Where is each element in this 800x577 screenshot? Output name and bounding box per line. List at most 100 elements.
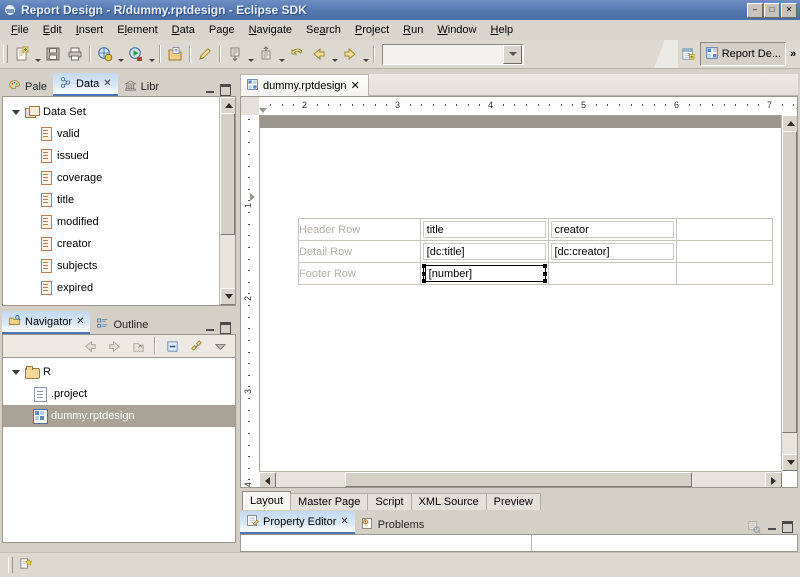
menu-run[interactable]: Run bbox=[396, 22, 430, 38]
canvas-scroll-down-button[interactable] bbox=[782, 454, 798, 471]
report-table-row[interactable]: Detail Row[dc:title][dc:creator] bbox=[299, 241, 773, 263]
menu-navigate[interactable]: Navigate bbox=[242, 22, 299, 38]
editor-tab-dummy-rptdesign[interactable]: dummy.rptdesign ✕ bbox=[240, 74, 369, 96]
report-cell[interactable]: [number] bbox=[420, 263, 548, 285]
close-icon[interactable]: ✕ bbox=[76, 316, 84, 327]
collapse-all-icon[interactable] bbox=[161, 335, 183, 357]
report-cell[interactable] bbox=[676, 219, 773, 241]
menu-window[interactable]: Window bbox=[430, 22, 483, 38]
print-icon[interactable] bbox=[64, 43, 86, 65]
close-button[interactable]: ✕ bbox=[781, 3, 797, 18]
menu-insert[interactable]: Insert bbox=[69, 22, 111, 38]
dataset-tree-scrollbar[interactable] bbox=[219, 97, 235, 305]
run-dropdown-arrow[interactable] bbox=[147, 40, 156, 68]
perspective-overflow[interactable]: » bbox=[786, 48, 800, 60]
maximize-icon[interactable] bbox=[219, 321, 232, 334]
row-label-footer-row[interactable]: Footer Row bbox=[299, 263, 421, 285]
margin-marker[interactable] bbox=[796, 108, 798, 113]
editor-tab-xml-source[interactable]: XML Source bbox=[411, 493, 487, 510]
save-icon[interactable] bbox=[42, 43, 64, 65]
resize-handle[interactable] bbox=[543, 264, 547, 268]
back-icon[interactable] bbox=[79, 335, 101, 357]
pencil-icon[interactable] bbox=[194, 43, 216, 65]
canvas-scroll-up-button[interactable] bbox=[782, 115, 798, 132]
debug-icon[interactable] bbox=[94, 43, 116, 65]
report-cell[interactable]: creator bbox=[548, 219, 676, 241]
open-resource-icon[interactable] bbox=[164, 43, 186, 65]
open-perspective-icon[interactable] bbox=[678, 43, 700, 65]
back-dropdown-arrow[interactable] bbox=[330, 40, 339, 68]
tree-item-dummy-rptdesign[interactable]: dummy.rptdesign bbox=[3, 405, 235, 427]
chevron-down-icon[interactable] bbox=[503, 45, 522, 64]
forward-icon[interactable] bbox=[339, 43, 361, 65]
report-cell[interactable] bbox=[676, 241, 773, 263]
menu-file[interactable]: File bbox=[4, 22, 36, 38]
report-table[interactable]: Header RowtitlecreatorDetail Row[dc:titl… bbox=[298, 218, 773, 285]
forward-icon[interactable] bbox=[103, 335, 125, 357]
dataset-tree[interactable]: Data Setvalidissuedcoveragetitlemodified… bbox=[3, 97, 219, 305]
report-table-row[interactable]: Footer Row[number] bbox=[299, 263, 773, 285]
toolbar-grip[interactable] bbox=[3, 45, 8, 63]
tree-item-subjects[interactable]: subjects bbox=[3, 255, 219, 277]
minimize-button[interactable]: – bbox=[747, 3, 763, 18]
report-cell[interactable]: title bbox=[420, 219, 548, 241]
editor-tab-layout[interactable]: Layout bbox=[242, 491, 291, 510]
report-table-row[interactable]: Header Rowtitlecreator bbox=[299, 219, 773, 241]
close-icon[interactable]: ✕ bbox=[340, 516, 348, 527]
close-icon[interactable]: ✕ bbox=[351, 79, 360, 92]
menu-page[interactable]: Page bbox=[202, 22, 242, 38]
scroll-up-button[interactable] bbox=[220, 97, 236, 114]
forward-dropdown-arrow[interactable] bbox=[361, 40, 370, 68]
tree-item-valid[interactable]: valid bbox=[3, 123, 219, 145]
new-icon[interactable] bbox=[11, 43, 33, 65]
tree-item-expired[interactable]: expired bbox=[3, 277, 219, 299]
selected-cell[interactable]: [number] bbox=[423, 265, 546, 282]
report-canvas[interactable]: Header RowtitlecreatorDetail Row[dc:titl… bbox=[260, 116, 781, 471]
horizontal-ruler[interactable]: 234567 bbox=[259, 97, 797, 116]
tab-libr[interactable]: Libr bbox=[118, 77, 165, 96]
vertical-ruler[interactable]: 1234 bbox=[241, 115, 260, 487]
report-cell[interactable]: [dc:title] bbox=[420, 241, 548, 263]
cell-content[interactable]: creator bbox=[551, 221, 674, 238]
margin-marker[interactable] bbox=[250, 193, 255, 201]
resize-handle[interactable] bbox=[543, 279, 547, 283]
expand-arrow-icon[interactable] bbox=[9, 110, 23, 115]
minimize-icon[interactable] bbox=[203, 83, 216, 96]
menu-data[interactable]: Data bbox=[165, 22, 202, 38]
minimize-icon[interactable] bbox=[203, 321, 216, 334]
tree-item-project[interactable]: .project bbox=[3, 383, 235, 405]
tab-problems[interactable]: Problems bbox=[355, 515, 430, 534]
tab-pale[interactable]: Pale bbox=[2, 77, 53, 96]
tree-item-coverage[interactable]: coverage bbox=[3, 167, 219, 189]
previous-annotation-icon[interactable] bbox=[255, 43, 277, 65]
tab-property-editor[interactable]: Property Editor✕ bbox=[240, 511, 355, 534]
editor-tab-preview[interactable]: Preview bbox=[486, 493, 541, 510]
new-dropdown-arrow[interactable] bbox=[33, 40, 42, 68]
view-menu-icon[interactable] bbox=[209, 335, 231, 357]
menu-edit[interactable]: Edit bbox=[36, 22, 69, 38]
report-cell[interactable] bbox=[548, 263, 676, 285]
maximize-button[interactable]: □ bbox=[764, 3, 780, 18]
tree-item-issued[interactable]: issued bbox=[3, 145, 219, 167]
canvas-scroll-left-button[interactable] bbox=[259, 472, 276, 488]
toolbar-combo[interactable] bbox=[382, 44, 524, 65]
up-icon[interactable] bbox=[127, 335, 149, 357]
canvas-horizontal-scrollbar[interactable] bbox=[259, 471, 782, 487]
tab-data[interactable]: Data✕ bbox=[53, 73, 118, 96]
eclipse-icon[interactable] bbox=[2, 2, 18, 18]
report-cell[interactable] bbox=[676, 263, 773, 285]
resize-handle[interactable] bbox=[422, 264, 426, 268]
tree-item-creator[interactable]: creator bbox=[3, 233, 219, 255]
editor-tab-script[interactable]: Script bbox=[367, 493, 411, 510]
menu-help[interactable]: Help bbox=[484, 22, 521, 38]
perspective-report-design[interactable]: Report De... bbox=[700, 42, 786, 66]
tree-item-R[interactable]: R bbox=[3, 361, 235, 383]
scroll-down-button[interactable] bbox=[220, 288, 236, 305]
filter-icon[interactable] bbox=[747, 519, 762, 534]
canvas-vertical-scrollbar[interactable] bbox=[781, 115, 797, 471]
cell-content[interactable]: [dc:title] bbox=[423, 243, 546, 260]
resize-handle[interactable] bbox=[543, 272, 547, 276]
canvas-vscroll-thumb[interactable] bbox=[782, 131, 797, 433]
scroll-thumb[interactable] bbox=[220, 113, 235, 235]
tab-outline[interactable]: Outline bbox=[90, 315, 154, 334]
